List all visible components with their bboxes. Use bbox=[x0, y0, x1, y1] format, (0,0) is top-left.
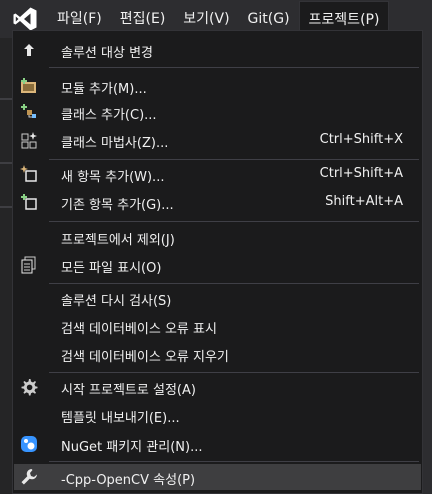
menu-separator bbox=[49, 67, 419, 68]
menu-item-add-new-item[interactable]: 새 항목 추가(W)... Ctrl+Shift+A bbox=[14, 161, 421, 187]
menu-item-label: 새 항목 추가(W)... bbox=[61, 170, 165, 185]
menu-item-label: 검색 데이터베이스 오류 표시 bbox=[61, 322, 217, 337]
existing-item-icon bbox=[20, 193, 38, 211]
menu-item-shortcut: Ctrl+Shift+A bbox=[319, 166, 403, 181]
strip-divider bbox=[0, 206, 12, 208]
menu-item-add-class[interactable]: 클래스 추가(C)... bbox=[14, 99, 421, 125]
menu-item-add-existing-item[interactable]: 기존 항목 추가(G)... Shift+Alt+A bbox=[14, 189, 421, 215]
menu-separator bbox=[49, 461, 419, 462]
menu-item-exclude-from-project[interactable]: 프로젝트에서 제외(J) bbox=[14, 224, 421, 250]
gear-icon bbox=[20, 378, 38, 396]
menu-item-shortcut: Shift+Alt+A bbox=[325, 194, 403, 209]
background-editor-strip bbox=[0, 38, 12, 494]
visual-studio-logo-icon[interactable] bbox=[12, 6, 38, 32]
menu-separator bbox=[49, 283, 419, 284]
menu-item-label: 프로젝트에서 제외(J) bbox=[61, 233, 175, 248]
add-class-icon bbox=[20, 103, 38, 121]
class-wizard-icon bbox=[20, 131, 38, 149]
menu-item-show-db-errors[interactable]: 검색 데이터베이스 오류 표시 bbox=[14, 313, 421, 339]
menu-separator bbox=[49, 221, 419, 222]
menu-item-class-wizard[interactable]: 클래스 마법사(Z)... Ctrl+Shift+X bbox=[14, 127, 421, 153]
show-all-files-icon bbox=[20, 256, 38, 274]
menu-item-label: 검색 데이터베이스 오류 지우기 bbox=[61, 350, 229, 365]
add-module-icon bbox=[20, 77, 38, 95]
menu-item-label: 솔루션 다시 검사(S) bbox=[61, 294, 172, 309]
strip-divider bbox=[0, 98, 12, 100]
menu-item-label: 기존 항목 추가(G)... bbox=[61, 198, 174, 213]
menu-item-export-template[interactable]: 템플릿 내보내기(E)... bbox=[14, 402, 421, 428]
menu-item-retarget-solution[interactable]: 솔루션 대상 변경 bbox=[14, 37, 421, 63]
menu-item-label: NuGet 패키지 관리(N)... bbox=[61, 440, 203, 455]
menu-item-properties[interactable]: -Cpp-OpenCV 속성(P) bbox=[14, 464, 421, 490]
menu-item-clear-db-errors[interactable]: 검색 데이터베이스 오류 지우기 bbox=[14, 341, 421, 367]
menu-item-label: 클래스 추가(C)... bbox=[61, 108, 157, 123]
menu-item-show-all-files[interactable]: 모든 파일 표시(O) bbox=[14, 252, 421, 278]
menu-item-add-module[interactable]: 모듈 추가(M)... bbox=[14, 73, 421, 99]
menu-item-label: 시작 프로젝트로 설정(A) bbox=[61, 383, 196, 398]
menu-item-label: -Cpp-OpenCV 속성(P) bbox=[61, 473, 196, 488]
menu-item-label: 클래스 마법사(Z)... bbox=[61, 136, 169, 151]
project-menu-dropdown: 솔루션 대상 변경 모듈 추가(M)... 클래스 추가(C)... 클래스 마… bbox=[12, 30, 423, 494]
menu-item-shortcut: Ctrl+Shift+X bbox=[319, 132, 403, 147]
new-item-icon bbox=[20, 165, 38, 183]
background-scroll-strip bbox=[424, 38, 432, 494]
wrench-icon bbox=[20, 468, 38, 486]
strip-divider bbox=[0, 162, 12, 164]
menu-item-label: 솔루션 대상 변경 bbox=[61, 46, 153, 61]
menu-item-manage-nuget[interactable]: NuGet 패키지 관리(N)... bbox=[14, 431, 421, 457]
nuget-icon bbox=[20, 435, 38, 453]
menu-item-rescan-solution[interactable]: 솔루션 다시 검사(S) bbox=[14, 285, 421, 311]
up-arrow-icon bbox=[20, 41, 38, 59]
menu-item-label: 모듈 추가(M)... bbox=[61, 82, 147, 97]
menu-item-label: 템플릿 내보내기(E)... bbox=[61, 411, 180, 426]
menu-item-label: 모든 파일 표시(O) bbox=[61, 261, 162, 276]
menu-separator bbox=[49, 372, 419, 373]
menu-separator bbox=[49, 159, 419, 160]
menu-item-set-startup-project[interactable]: 시작 프로젝트로 설정(A) bbox=[14, 374, 421, 400]
